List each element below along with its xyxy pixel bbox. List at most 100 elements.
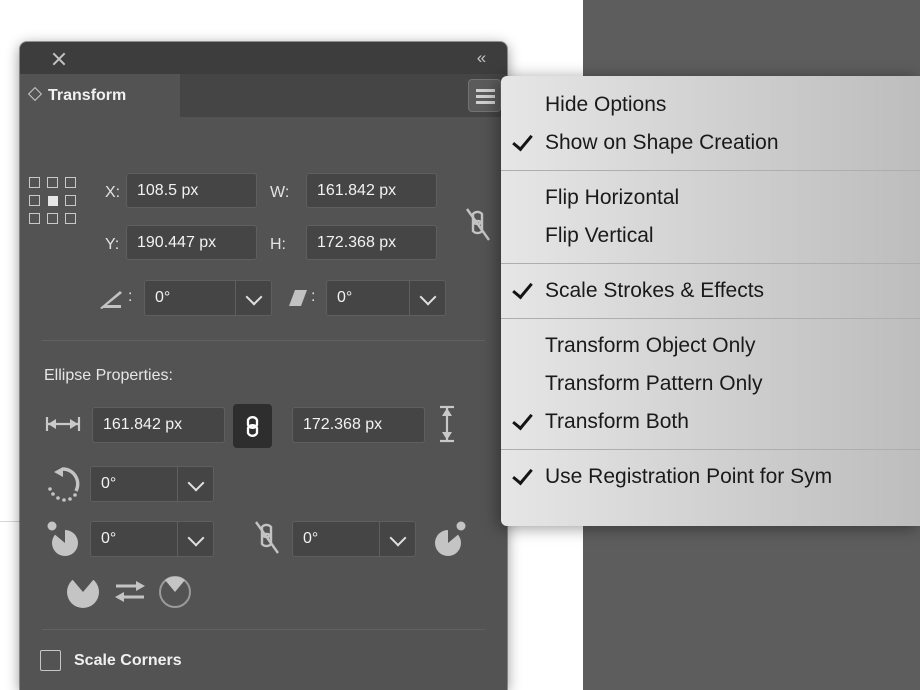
shear-colon: :	[311, 288, 316, 305]
menu-separator	[501, 449, 920, 450]
menu-item-show-on-shape-creation[interactable]: Show on Shape Creation	[501, 124, 920, 162]
refpoint-cell[interactable]	[29, 195, 40, 206]
transform-panel-titlebar: «	[20, 42, 507, 74]
menu-item-label: Use Registration Point for Sym	[545, 465, 833, 488]
pie-end-angle-icon	[435, 521, 466, 556]
h-input[interactable]: 172.368 px	[306, 225, 437, 260]
menu-item-label: Flip Horizontal	[545, 186, 680, 209]
h-value: 172.368 px	[317, 233, 397, 251]
broken-link-icon[interactable]	[248, 517, 284, 561]
tab-transform[interactable]: Transform	[20, 74, 180, 117]
ellipse-height-value: 172.368 px	[303, 416, 383, 433]
rotate-angle-value: 0°	[155, 289, 171, 306]
menu-item-label: Flip Vertical	[545, 224, 654, 247]
pie-filled-icon[interactable]	[66, 575, 100, 609]
pie-start-angle-icon	[47, 521, 78, 556]
reference-point-selector[interactable]	[29, 177, 77, 225]
shear-angle-value: 0°	[337, 289, 353, 306]
checkbox-label: Scale Corners	[74, 651, 182, 669]
shear-icon	[289, 290, 307, 306]
panel-menu-button[interactable]	[468, 79, 501, 112]
refpoint-cell[interactable]	[29, 177, 40, 188]
refpoint-cell[interactable]	[29, 213, 40, 224]
hamburger-icon-line	[476, 101, 495, 104]
menu-item-transform-pattern-only[interactable]: Transform Pattern Only	[501, 365, 920, 403]
section-divider	[42, 340, 485, 341]
menu-top-padding	[501, 76, 920, 86]
menu-item-transform-object-only[interactable]: Transform Object Only	[501, 327, 920, 365]
transform-panel-body: X: 108.5 px W: 161.842 px Y: 190.447 px …	[20, 117, 507, 690]
menu-item-transform-both[interactable]: Transform Both	[501, 403, 920, 441]
pie-outline-icon[interactable]	[158, 575, 192, 609]
ellipse-properties-label: Ellipse Properties:	[44, 367, 173, 384]
menu-separator	[501, 263, 920, 264]
menu-separator	[501, 170, 920, 171]
section-divider	[42, 629, 485, 630]
pie-end-combo[interactable]: 0°	[292, 521, 416, 557]
diamond-icon	[27, 86, 43, 102]
y-input[interactable]: 190.447 px	[126, 225, 257, 260]
refpoint-cell[interactable]	[47, 213, 58, 224]
close-icon[interactable]	[50, 50, 68, 68]
chevron-down-icon[interactable]	[409, 281, 445, 315]
refpoint-cell-center[interactable]	[48, 196, 58, 206]
menu-item-hide-options[interactable]: Hide Options	[501, 86, 920, 124]
menu-item-scale-strokes-effects[interactable]: Scale Strokes & Effects	[501, 272, 920, 310]
chevron-down-icon[interactable]	[235, 281, 271, 315]
vertical-measure-icon	[440, 405, 454, 443]
y-value: 190.447 px	[137, 233, 217, 251]
collapse-icon[interactable]: «	[467, 48, 493, 68]
y-label: Y:	[105, 236, 120, 253]
checkmark-icon	[512, 277, 533, 300]
chevron-down-icon[interactable]	[177, 467, 213, 501]
menu-item-label: Transform Object Only	[545, 334, 756, 357]
menu-item-flip-vertical[interactable]: Flip Vertical	[501, 217, 920, 255]
linked-chain-icon	[246, 416, 259, 437]
ellipse-rotate-combo[interactable]: 0°	[90, 466, 214, 502]
transform-panel-tabbar: Transform	[20, 74, 507, 117]
menu-item-label: Transform Pattern Only	[545, 372, 763, 395]
x-input[interactable]: 108.5 px	[126, 173, 257, 208]
chevron-down-icon[interactable]	[379, 522, 415, 556]
menu-item-label: Scale Strokes & Effects	[545, 279, 765, 302]
broken-link-icon[interactable]	[459, 204, 495, 250]
swap-arrows-icon[interactable]	[114, 580, 146, 604]
hamburger-icon-line	[476, 95, 495, 98]
checkbox-scale-corners[interactable]: Scale Corners	[40, 650, 182, 671]
menu-item-label: Show on Shape Creation	[545, 131, 779, 154]
pie-start-value: 0°	[101, 530, 117, 547]
checkbox-box[interactable]	[40, 650, 61, 671]
ellipse-width-input[interactable]: 161.842 px	[92, 407, 225, 443]
refpoint-cell[interactable]	[65, 195, 76, 206]
x-label: X:	[105, 184, 121, 201]
ellipse-height-input[interactable]: 172.368 px	[292, 407, 425, 443]
refpoint-cell[interactable]	[47, 177, 58, 188]
w-label: W:	[270, 184, 290, 201]
checkmark-icon	[512, 463, 533, 486]
panel-context-menu: Hide Options Show on Shape Creation Flip…	[501, 76, 920, 526]
angle-colon: :	[128, 288, 133, 305]
x-value: 108.5 px	[137, 181, 199, 199]
transform-panel: « Transform X: 108.5 px W: 161.842 px Y:…	[20, 42, 507, 690]
shear-angle-combo[interactable]: 0°	[326, 280, 446, 316]
ellipse-rotate-value: 0°	[101, 475, 117, 492]
screenshot-root: Character P Arabic Digits: Hindi (٠١٢٣٤٥…	[0, 0, 920, 690]
refpoint-cell[interactable]	[65, 213, 76, 224]
pie-end-value: 0°	[303, 530, 319, 547]
angle-icon	[100, 291, 122, 309]
w-input[interactable]: 161.842 px	[306, 173, 437, 208]
menu-item-label: Hide Options	[545, 93, 667, 116]
rotate-angle-combo[interactable]: 0°	[144, 280, 272, 316]
menu-item-use-registration-point-for-symbol[interactable]: Use Registration Point for Sym	[501, 458, 920, 496]
refpoint-cell[interactable]	[65, 177, 76, 188]
ellipse-link-button[interactable]	[233, 404, 272, 448]
horizontal-measure-icon	[45, 417, 81, 431]
menu-separator	[501, 318, 920, 319]
w-value: 161.842 px	[317, 181, 397, 199]
chevron-down-icon[interactable]	[177, 522, 213, 556]
menu-item-flip-horizontal[interactable]: Flip Horizontal	[501, 179, 920, 217]
tab-transform-label: Transform	[48, 86, 127, 104]
hamburger-icon-line	[476, 89, 495, 92]
checkmark-icon	[512, 408, 533, 431]
pie-start-combo[interactable]: 0°	[90, 521, 214, 557]
